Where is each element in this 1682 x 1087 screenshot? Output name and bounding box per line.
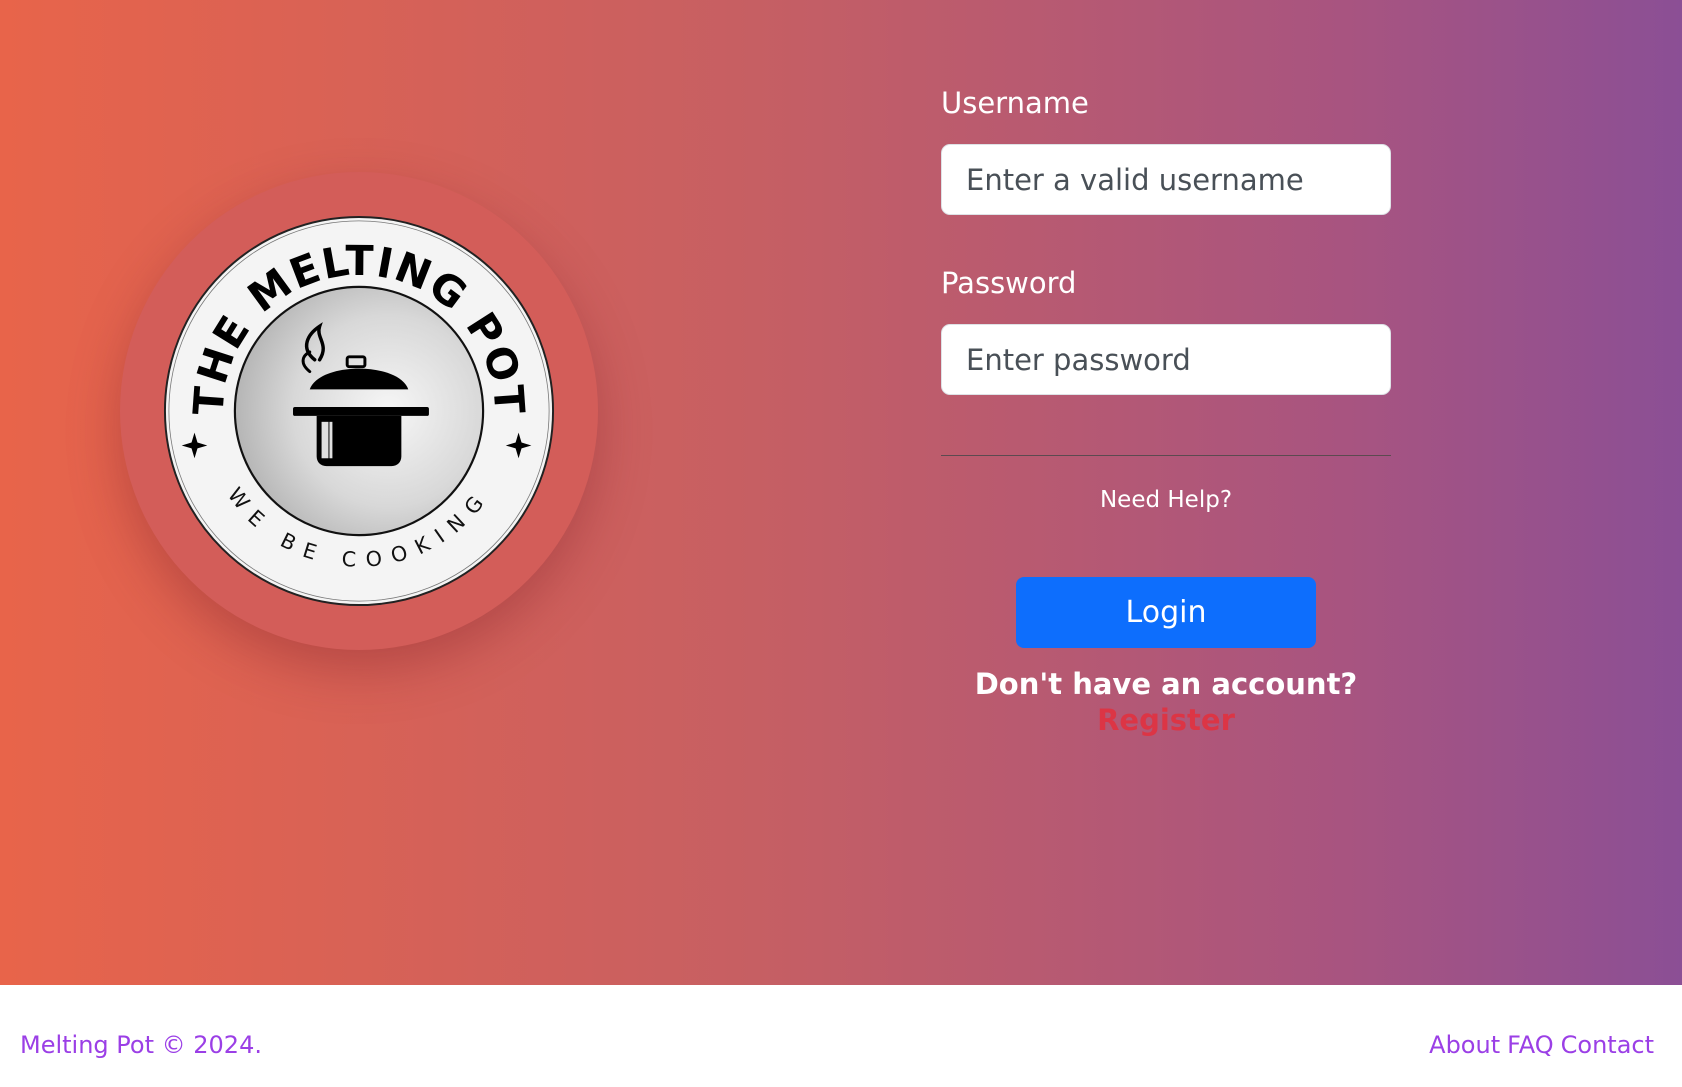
form-divider — [941, 455, 1391, 456]
footer: Melting Pot © 2024. About FAQ Contact — [0, 985, 1682, 1087]
login-button[interactable]: Login — [1016, 577, 1316, 648]
melting-pot-logo: THE MELTING POT WE BE COOKING — [163, 215, 555, 607]
footer-link-contact[interactable]: Contact — [1561, 1031, 1654, 1059]
footer-link-faq[interactable]: FAQ — [1507, 1031, 1554, 1059]
footer-links: About FAQ Contact — [1429, 1031, 1654, 1059]
copyright-text: Melting Pot © 2024. — [20, 1031, 262, 1059]
need-help-link[interactable]: Need Help? — [941, 487, 1391, 513]
password-input[interactable] — [941, 324, 1391, 395]
hero-section: THE MELTING POT WE BE COOKING Username P… — [0, 0, 1682, 985]
username-input[interactable] — [941, 144, 1391, 215]
no-account-text: Don't have an account? — [974, 667, 1358, 701]
username-label: Username — [941, 86, 1089, 120]
password-label: Password — [941, 266, 1077, 300]
register-link[interactable]: Register — [941, 703, 1391, 737]
footer-link-about[interactable]: About — [1429, 1031, 1500, 1059]
